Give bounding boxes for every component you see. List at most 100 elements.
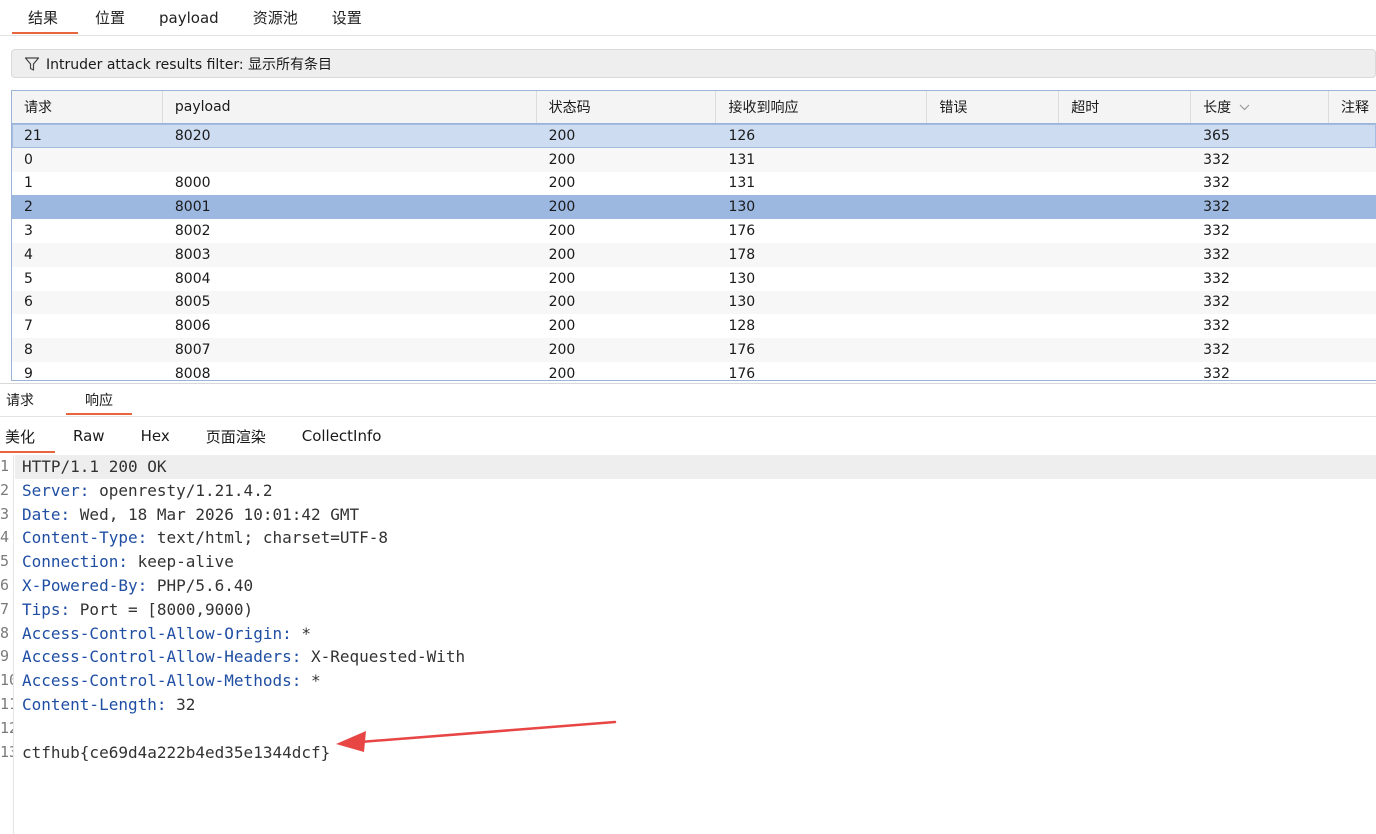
column-request[interactable]: 请求 (12, 91, 163, 123)
table-row[interactable]: 8 8007 200 176 332 (12, 338, 1376, 362)
table-cell (1329, 338, 1376, 362)
table-cell (1059, 243, 1191, 267)
table-cell: 8003 (174, 246, 211, 263)
tab-raw[interactable]: Raw (55, 418, 123, 454)
table-row[interactable]: 9 8008 200 176 332 (12, 362, 1376, 381)
table-cell: 200 (548, 318, 576, 335)
tab-pretty[interactable]: 美化 (0, 418, 56, 454)
header-key: Connection (22, 552, 119, 572)
tab-payload[interactable]: payload (142, 0, 236, 35)
header-value: keep-alive (137, 552, 234, 572)
header-line: Tips: Port = [8000,9000) (22, 599, 254, 619)
table-cell: 200 (548, 246, 576, 263)
line-number: 7 (0, 599, 10, 618)
header-line: Content-Type: text/html; charset=UTF-8 (22, 528, 389, 548)
column-length[interactable]: 长度 (1191, 91, 1330, 123)
table-cell: 332 (1203, 342, 1230, 359)
table-row[interactable]: 1 8000 200 131 332 (12, 172, 1376, 196)
header-key: Access-Control-Allow-Headers (22, 647, 292, 667)
tab-positions[interactable]: 位置 (78, 0, 142, 35)
table-cell (927, 362, 1059, 380)
line-number: 1 (0, 457, 10, 475)
table-row[interactable]: 0 200 131 332 (12, 147, 1376, 172)
table-cell (1059, 219, 1191, 243)
table-cell: 200 (548, 270, 576, 287)
tab-results[interactable]: 结果 (0, 0, 79, 35)
tab-request[interactable]: 请求 (0, 384, 40, 416)
table-cell (1329, 172, 1376, 196)
table-cell (927, 219, 1059, 243)
line-number: 4 (0, 528, 10, 547)
table-cell (927, 172, 1059, 196)
table-row[interactable]: 5 8004 200 130 332 (12, 267, 1376, 291)
table-cell (927, 243, 1059, 267)
table-cell: 332 (1203, 270, 1230, 287)
header-line: Date: Wed, 18 Mar 2026 10:01:42 GMT (22, 504, 360, 524)
tab-hex[interactable]: Hex (123, 418, 188, 454)
line-number: 12 (0, 718, 13, 737)
table-cell: 126 (728, 127, 756, 144)
column-response-received[interactable]: 接收到响应 (716, 91, 928, 123)
header-line: Server: openresty/1.21.4.2 (22, 480, 273, 500)
table-cell: 8002 (174, 223, 211, 240)
table-cell: 8004 (174, 270, 211, 287)
column-payload[interactable]: payload (163, 91, 537, 123)
header-value: * (310, 671, 321, 691)
table-cell: 200 (548, 365, 576, 381)
table-row[interactable]: 21 8020 200 126 365 (12, 124, 1376, 148)
response-text[interactable]: HTTP/1.1 200 OK Server: openresty/1.21.4… (15, 455, 1376, 764)
table-cell: 2 (24, 199, 33, 216)
table-row[interactable]: 4 8003 200 178 332 (12, 242, 1376, 267)
table-cell (1329, 124, 1376, 148)
line-number: 2 (0, 480, 10, 499)
tab-response[interactable]: 响应 (66, 384, 132, 416)
table-cell: 7 (24, 318, 33, 335)
line-number: 10 (0, 671, 13, 690)
results-filter-bar[interactable]: Intruder attack results filter: 显示所有条目 (11, 49, 1376, 78)
header-value: openresty/1.21.4.2 (99, 480, 273, 500)
table-cell: 200 (548, 223, 576, 240)
table-row[interactable]: 7 8006 200 128 332 (12, 314, 1376, 338)
tab-render[interactable]: 页面渲染 (188, 418, 284, 454)
table-cell: 332 (1203, 175, 1230, 192)
table-cell (1329, 219, 1376, 243)
header-key: Date (22, 504, 61, 524)
response-body: ctfhub{ce69d4a222b4ed35e1344dcf} (22, 742, 331, 762)
table-cell (1329, 314, 1376, 338)
table-cell: 365 (1203, 127, 1230, 144)
header-value: * (301, 623, 311, 643)
tab-collectinfo[interactable]: CollectInfo (284, 418, 400, 454)
response-editor[interactable]: 12345678910111213 HTTP/1.1 200 OK Server… (0, 455, 1376, 834)
table-cell (1329, 243, 1376, 267)
table-cell (927, 124, 1059, 148)
table-cell: 3 (24, 223, 33, 240)
line-number: 11 (0, 694, 13, 713)
table-cell: 332 (1203, 318, 1230, 335)
table-cell: 178 (728, 246, 756, 263)
table-cell: 8001 (174, 199, 211, 216)
header-line: Content-Length: 32 (22, 694, 196, 714)
table-cell: 131 (728, 175, 756, 192)
table-row[interactable]: 6 8005 200 130 332 (12, 290, 1376, 315)
table-cell (1059, 267, 1191, 291)
column-timeout[interactable]: 超时 (1059, 91, 1192, 123)
table-cell: 200 (548, 151, 576, 168)
line-number: 13 (0, 742, 13, 761)
column-status-code[interactable]: 状态码 (537, 91, 717, 123)
table-row[interactable]: 2 8001 200 130 332 (12, 195, 1376, 220)
table-cell: 130 (728, 199, 756, 216)
column-error[interactable]: 错误 (927, 91, 1060, 123)
table-cell: 8007 (174, 342, 211, 359)
table-cell (1059, 148, 1191, 172)
header-key: Access-Control-Allow-Methods (22, 671, 292, 691)
table-row[interactable]: 3 8002 200 176 332 (12, 219, 1376, 243)
column-comment[interactable]: 注释 (1329, 91, 1376, 123)
tab-resource-pool[interactable]: 资源池 (236, 0, 315, 35)
table-cell: 332 (1203, 294, 1230, 311)
table-cell: 200 (548, 175, 576, 192)
header-line: Access-Control-Allow-Headers: X-Requeste… (22, 647, 466, 667)
header-line: Connection: keep-alive (22, 552, 234, 572)
table-cell (1329, 362, 1376, 380)
tab-settings[interactable]: 设置 (315, 0, 379, 35)
